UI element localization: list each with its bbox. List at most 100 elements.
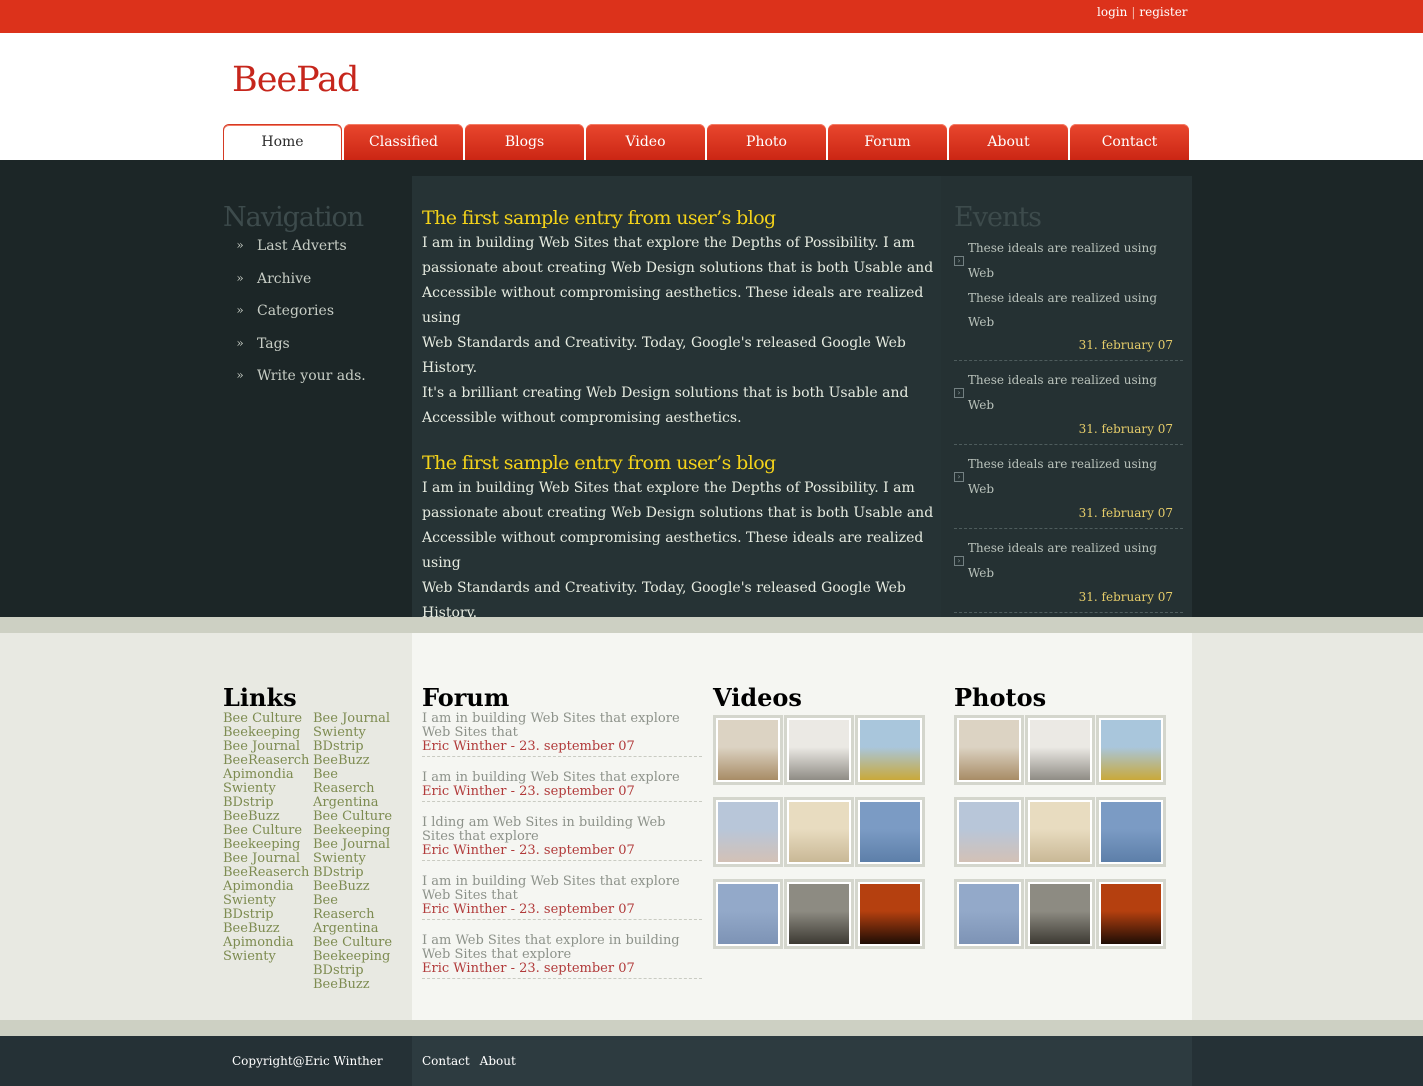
navigation-item-label: Tags <box>257 335 290 352</box>
link-item[interactable]: BeeBuzz <box>223 810 313 824</box>
link-item[interactable]: Swienty <box>313 852 403 866</box>
post-line: passionate about creating Web Design sol… <box>422 505 934 521</box>
link-item[interactable]: BDstrip <box>313 866 403 880</box>
photo-red-sunset-thumb[interactable] <box>1096 879 1166 949</box>
video-red-sunset-thumb[interactable] <box>855 879 925 949</box>
post-title[interactable]: The first sample entry from user’s blog <box>422 451 934 476</box>
tab-forum[interactable]: Forum <box>828 124 947 160</box>
link-item[interactable]: Bee Reaserch <box>313 768 403 796</box>
video-dolphin-sea-thumb[interactable] <box>784 797 854 867</box>
footer-link-about[interactable]: About <box>480 1054 516 1068</box>
video-bubble-sky-thumb[interactable] <box>713 879 783 949</box>
tab-video[interactable]: Video <box>586 124 705 160</box>
link-item[interactable]: Beekeeping <box>223 838 313 852</box>
event-item[interactable]: › These ideals are realized using Web Thes… <box>954 236 1183 361</box>
tab-blogs[interactable]: Blogs <box>465 124 584 160</box>
link-item[interactable]: Swienty <box>313 726 403 740</box>
footer-link-contact[interactable]: Contact <box>422 1054 470 1068</box>
link-item[interactable]: Beekeeping <box>313 824 403 838</box>
forum-topic[interactable]: I am Web Sites that explore in building … <box>422 934 702 962</box>
photo-lifeguard-tower-thumb[interactable] <box>1096 715 1166 785</box>
login-link[interactable]: login <box>1097 5 1127 19</box>
link-item[interactable]: BeeReaserch <box>223 754 313 768</box>
navigation-item[interactable]: » Archive <box>223 271 403 304</box>
video-beach-people-thumb[interactable] <box>713 797 783 867</box>
navigation-item[interactable]: » Categories <box>223 303 403 336</box>
event-text: These ideals are realized using Web <box>967 241 1157 280</box>
link-item[interactable]: BeeBuzz <box>313 978 403 992</box>
link-item[interactable]: BDstrip <box>313 740 403 754</box>
link-item[interactable]: Apimondia <box>223 880 313 894</box>
link-item[interactable]: BDstrip <box>223 908 313 922</box>
link-item[interactable]: Beekeeping <box>223 726 313 740</box>
link-item[interactable]: BeeBuzz <box>313 754 403 768</box>
video-fisherman-sea-thumb[interactable] <box>855 797 925 867</box>
video-sand-castle-thumb[interactable] <box>784 715 854 785</box>
tab-home[interactable]: Home <box>223 124 342 160</box>
link-item[interactable]: Bee Reaserch <box>313 894 403 922</box>
link-item[interactable]: BDstrip <box>223 796 313 810</box>
link-item[interactable]: Apimondia <box>223 936 313 950</box>
thumbnail-image <box>959 720 1019 780</box>
link-item[interactable]: BDstrip <box>313 964 403 978</box>
tab-about[interactable]: About <box>949 124 1068 160</box>
photo-sunset-beach-thumb[interactable] <box>1025 879 1095 949</box>
link-item[interactable]: Argentina <box>313 796 403 810</box>
forum-topic[interactable]: I am in building Web Sites that explore … <box>422 875 702 903</box>
link-item[interactable]: Bee Journal <box>313 838 403 852</box>
link-item[interactable]: Bee Journal <box>223 852 313 866</box>
video-sand-snowman-thumb[interactable] <box>713 715 783 785</box>
forum-title: Forum <box>422 683 510 712</box>
site-logo[interactable]: BeePad <box>232 60 359 100</box>
photo-sand-snowman-thumb[interactable] <box>954 715 1024 785</box>
link-item[interactable]: Bee Culture <box>223 712 313 726</box>
link-item[interactable]: Swienty <box>223 782 313 796</box>
tab-photo[interactable]: Photo <box>707 124 826 160</box>
video-lifeguard-tower-thumb[interactable] <box>855 715 925 785</box>
navigation-item[interactable]: » Tags <box>223 336 403 369</box>
photo-beach-people-thumb[interactable] <box>954 797 1024 867</box>
register-link[interactable]: register <box>1139 5 1187 19</box>
video-sunset-beach-thumb[interactable] <box>784 879 854 949</box>
link-item[interactable]: Bee Journal <box>223 740 313 754</box>
bullet-icon: » <box>236 303 244 317</box>
event-text: These ideals are realized using Web <box>967 373 1157 412</box>
forum-topic[interactable]: I lding am Web Sites in building Web Sit… <box>422 816 702 844</box>
forum-author-date: Eric Winther - 23. september 07 <box>422 961 635 976</box>
link-item[interactable]: BeeReaserch <box>223 866 313 880</box>
event-date: 31. february 07 <box>1078 422 1173 436</box>
navigation-sidebar: Navigation » Last Adverts » Archive » Categor… <box>223 202 403 401</box>
event-item[interactable]: ›These ideals are realized using Web 31. … <box>954 536 1183 613</box>
link-item[interactable]: Argentina <box>313 922 403 936</box>
navigation-item[interactable]: » Write your ads. <box>223 368 403 401</box>
link-item[interactable]: Bee Culture <box>223 824 313 838</box>
tab-classified[interactable]: Classified <box>344 124 463 160</box>
link-item[interactable]: Swienty <box>223 894 313 908</box>
forum-topic[interactable]: I am in building Web Sites that explore … <box>422 712 702 740</box>
link-item[interactable]: Bee Culture <box>313 936 403 950</box>
event-item[interactable]: ›These ideals are realized using Web 31. … <box>954 452 1183 529</box>
link-item[interactable]: BeeBuzz <box>223 922 313 936</box>
photo-fisherman-sea-thumb[interactable] <box>1096 797 1166 867</box>
post-line: Accessible without compromising aestheti… <box>422 285 924 326</box>
navigation-item[interactable]: » Last Adverts <box>223 238 403 271</box>
main-nav: Home Classified Blogs Video Photo Forum About C… <box>223 124 1191 160</box>
link-item[interactable]: Apimondia <box>223 768 313 782</box>
navigation-item-label: Last Adverts <box>257 238 347 254</box>
tab-contact[interactable]: Contact <box>1070 124 1189 160</box>
link-item[interactable]: BeeBuzz <box>313 880 403 894</box>
event-item[interactable]: ›These ideals are realized using Web 31. … <box>954 368 1183 445</box>
photo-bubble-sky-thumb[interactable] <box>954 879 1024 949</box>
navigation-item-label: Categories <box>257 303 334 319</box>
link-item[interactable]: Bee Culture <box>313 810 403 824</box>
post-line: I am in building Web Sites that explore … <box>422 480 915 496</box>
link-item[interactable]: Swienty <box>223 950 313 964</box>
link-item[interactable]: Bee Journal <box>313 712 403 726</box>
post-title[interactable]: The first sample entry from user’s blog <box>422 206 934 231</box>
post-line: I am in building Web Sites that explore … <box>422 235 915 251</box>
forum-topic[interactable]: I am in building Web Sites that explore <box>422 771 702 785</box>
link-item[interactable]: Beekeeping <box>313 950 403 964</box>
photo-sand-castle-thumb[interactable] <box>1025 715 1095 785</box>
photo-dolphin-sea-thumb[interactable] <box>1025 797 1095 867</box>
links-section: Links Bee Culture Beekeeping Bee Journal Be… <box>223 683 408 992</box>
